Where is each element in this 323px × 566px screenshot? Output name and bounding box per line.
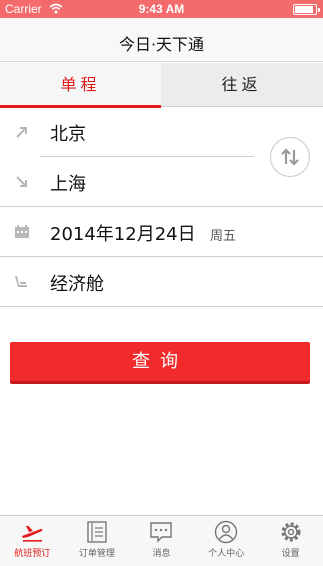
battery-icon xyxy=(293,4,320,15)
message-icon xyxy=(149,520,173,544)
tab-round-trip[interactable]: 往返 xyxy=(161,63,322,107)
tabbar-label: 个人中心 xyxy=(208,549,245,559)
document-icon xyxy=(85,520,109,544)
seat-icon xyxy=(14,274,30,290)
tabbar-item-order-management[interactable]: 订单管理 xyxy=(65,516,130,566)
status-time: 9:43 AM xyxy=(138,2,185,16)
gear-icon xyxy=(279,520,303,544)
divider xyxy=(0,306,323,307)
tabbar-label: 设置 xyxy=(281,549,300,559)
takeoff-arrow-icon xyxy=(14,124,30,140)
tabbar-label: 消息 xyxy=(152,549,171,559)
arrival-city: 上海 xyxy=(50,174,86,195)
page-title: 今日·天下通 xyxy=(118,35,205,54)
cabin-class: 经济舱 xyxy=(50,274,104,295)
tabbar-label: 订单管理 xyxy=(78,549,115,559)
swap-cities-button[interactable] xyxy=(270,137,310,177)
battery-level xyxy=(295,6,313,13)
tabbar-label: 航班预订 xyxy=(14,549,51,559)
calendar-icon xyxy=(14,224,30,240)
swap-arrows-icon xyxy=(281,148,299,166)
bottom-tab-bar: 航班预订 订单管理 消息 个人中心 设置 xyxy=(0,515,323,566)
weekday-label: 周五 xyxy=(210,229,237,244)
navigation-bar: 今日·天下通 xyxy=(0,18,323,62)
cabin-class-row[interactable]: 经济舱 xyxy=(0,257,323,307)
tabbar-item-settings[interactable]: 设置 xyxy=(258,516,323,566)
user-icon xyxy=(214,520,238,544)
airplane-icon xyxy=(20,520,44,544)
tabbar-item-messages[interactable]: 消息 xyxy=(129,516,194,566)
tabbar-item-profile[interactable]: 个人中心 xyxy=(194,516,259,566)
landing-arrow-icon xyxy=(14,174,30,190)
status-bar: Carrier 9:43 AM xyxy=(0,0,323,18)
departure-date: 2014年12月24日 xyxy=(50,224,196,245)
trip-type-tabs: 单程 往返 xyxy=(0,63,323,108)
departure-city: 北京 xyxy=(50,124,86,145)
tab-one-way[interactable]: 单程 xyxy=(0,63,161,108)
flight-booking-screen: Carrier 9:43 AM 今日·天下通 单程 往返 北京 上海 2014年… xyxy=(0,0,323,566)
tabbar-item-flight-booking[interactable]: 航班预订 xyxy=(0,516,65,566)
date-row[interactable]: 2014年12月24日 周五 xyxy=(0,207,323,257)
search-button[interactable]: 查询 xyxy=(10,342,310,384)
